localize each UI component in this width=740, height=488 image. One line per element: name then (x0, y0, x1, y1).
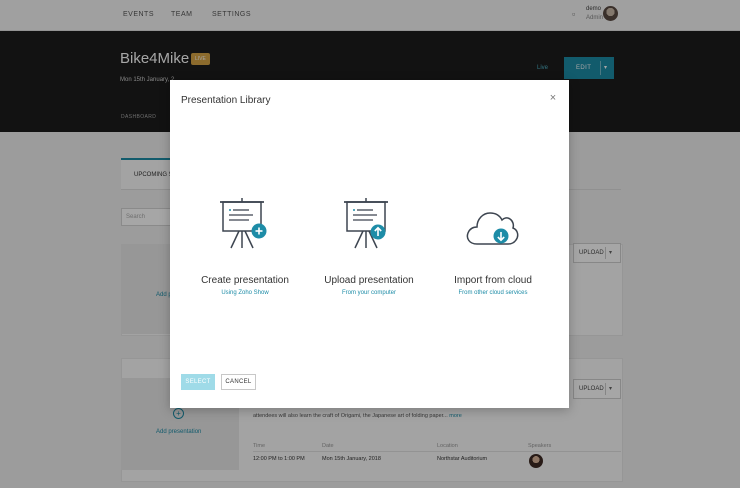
cancel-button[interactable]: CANCEL (221, 374, 256, 390)
option-subtitle: Using Zoho Show (221, 290, 269, 296)
easel-upload-icon (344, 198, 388, 249)
option-title: Import from cloud (454, 275, 532, 286)
option-title: Create presentation (201, 275, 289, 286)
select-button[interactable]: SELECT (181, 374, 215, 390)
upload-presentation-option[interactable]: Upload presentation From your computer (304, 198, 434, 296)
option-subtitle: From your computer (341, 290, 396, 296)
cloud-download-icon (466, 212, 519, 245)
import-from-cloud-option[interactable]: Import from cloud From other cloud servi… (428, 198, 558, 296)
option-title: Upload presentation (324, 275, 414, 286)
easel-plus-icon (220, 198, 267, 249)
close-icon[interactable]: × (547, 92, 559, 104)
option-subtitle: From other cloud services (458, 290, 528, 296)
create-presentation-option[interactable]: Create presentation Using Zoho Show (180, 198, 310, 296)
dialog-title: Presentation Library (181, 95, 271, 106)
presentation-library-dialog: Presentation Library × Create presentati… (170, 80, 569, 408)
